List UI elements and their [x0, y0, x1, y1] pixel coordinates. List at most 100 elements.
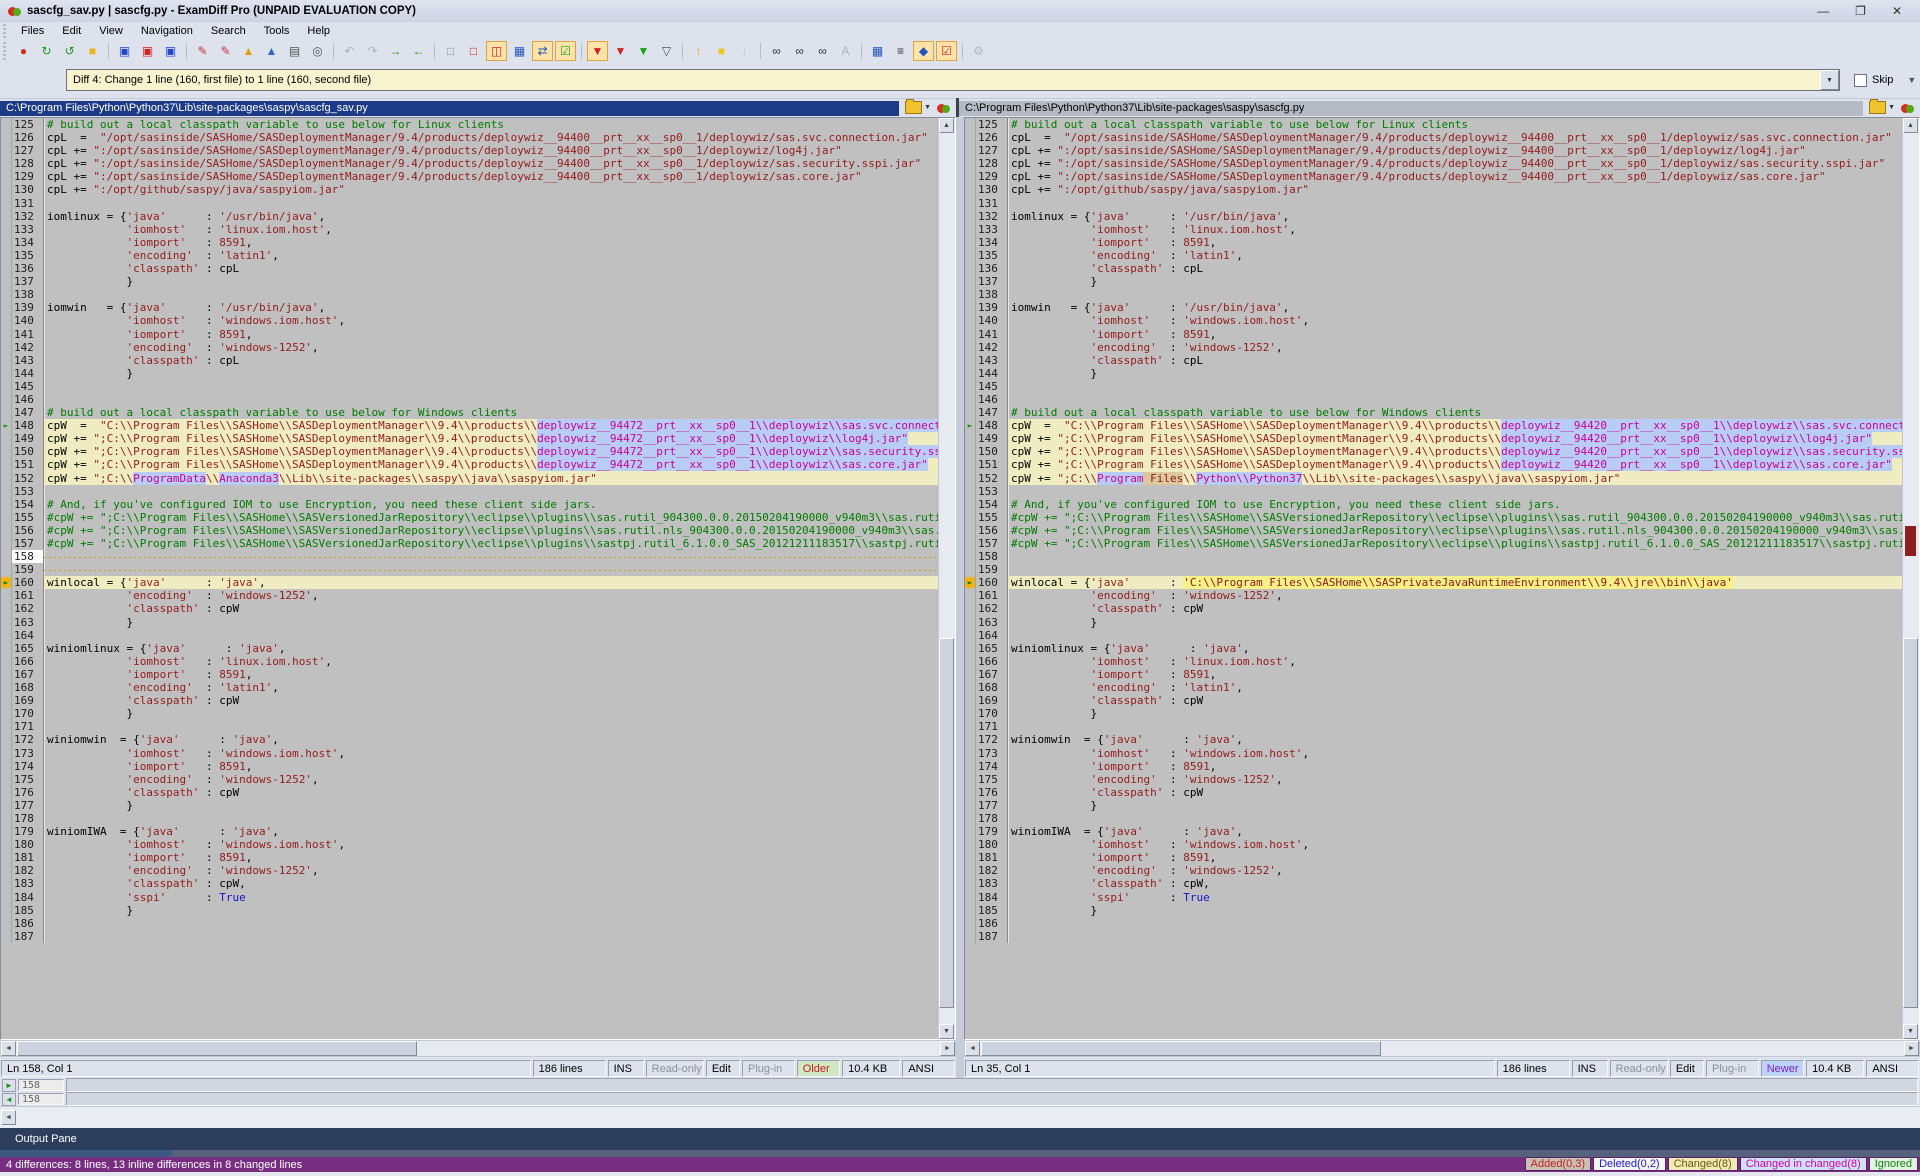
code-text[interactable]: } — [44, 904, 939, 917]
code-text[interactable]: cpW += ";C:\\ProgramData\\Anaconda3\\Lib… — [44, 472, 939, 485]
scroll-down-icon[interactable]: ▼ — [939, 1024, 954, 1039]
find-prev-icon[interactable]: ∞ — [812, 41, 833, 61]
code-text[interactable]: cpL += ":/opt/github/saspy/java/saspyiom… — [44, 183, 939, 196]
second-line-content[interactable] — [66, 1092, 1918, 1106]
restore-button[interactable]: ❐ — [1855, 4, 1866, 18]
code-text[interactable] — [1008, 197, 1903, 210]
code-text[interactable]: 'sspi' : True — [44, 891, 939, 904]
scrollbar-thumb[interactable] — [939, 638, 954, 1008]
code-text[interactable] — [44, 197, 939, 210]
code-text[interactable]: 'classpath' : cpW, — [44, 877, 939, 890]
checkbox-icon[interactable] — [1854, 74, 1867, 87]
code-text[interactable]: #cpW += ";C:\\Program Files\\SASHome\\SA… — [44, 524, 939, 537]
code-text[interactable]: 'iomport' : 8591, — [44, 668, 939, 681]
code-text[interactable]: cpL += ":/opt/sasinside/SASHome/SASDeplo… — [44, 170, 939, 183]
code-text[interactable]: cpL += ":/opt/sasinside/SASHome/SASDeplo… — [1008, 144, 1903, 157]
current-diff-icon[interactable]: ■ — [711, 41, 732, 61]
code-text[interactable]: winiomIWA = {'java' : 'java', — [44, 825, 939, 838]
open-files-icon[interactable]: ■ — [82, 41, 103, 61]
code-text[interactable]: } — [1008, 367, 1903, 380]
save-second-icon[interactable]: ▣ — [137, 41, 158, 61]
code-text[interactable]: winiomwin = {'java' : 'java', — [44, 733, 939, 746]
code-text[interactable]: } — [1008, 799, 1903, 812]
swap-panes-icon[interactable]: ↺ — [59, 41, 80, 61]
code-text[interactable] — [44, 380, 939, 393]
scroll-up-icon[interactable]: ▲ — [1903, 118, 1918, 133]
prev-diff-icon[interactable]: ← — [408, 41, 429, 61]
code-text[interactable] — [44, 930, 939, 943]
code-text[interactable]: # And, if you've configured IOM to use E… — [44, 498, 939, 511]
code-text[interactable]: cpW = "C:\\Program Files\\SASHome\\SASDe… — [44, 419, 939, 432]
code-text[interactable]: 'classpath' : cpL — [44, 262, 939, 275]
redo-icon[interactable]: ↷ — [362, 41, 383, 61]
code-text[interactable]: 'iomport' : 8591, — [1008, 668, 1903, 681]
code-text[interactable]: winiomlinux = {'java' : 'java', — [44, 642, 939, 655]
scroll-left-icon[interactable]: ◄ — [1, 1110, 16, 1125]
code-text[interactable]: 'classpath' : cpW, — [1008, 877, 1903, 890]
scroll-down-icon[interactable]: ▼ — [1903, 1024, 1918, 1039]
code-text[interactable]: 'iomport' : 8591, — [44, 236, 939, 249]
save-first-icon[interactable]: ▣ — [114, 41, 135, 61]
inspector-horizontal-scrollbar[interactable]: ◄ — [0, 1106, 1920, 1129]
code-text[interactable]: cpW += ";C:\\Program Files\\SASHome\\SAS… — [1008, 445, 1903, 458]
first-file-open-button[interactable]: ▼ — [905, 101, 931, 114]
code-text[interactable]: 'encoding' : 'windows-1252', — [44, 589, 939, 602]
code-text[interactable]: 'iomport' : 8591, — [1008, 851, 1903, 864]
scroll-left-icon[interactable]: ◄ — [1, 1041, 16, 1056]
code-text[interactable]: 'encoding' : 'windows-1252', — [1008, 341, 1903, 354]
next-diff-icon[interactable]: → — [385, 41, 406, 61]
code-text[interactable] — [1008, 812, 1903, 825]
code-text[interactable]: 'encoding' : 'latin1', — [1008, 249, 1903, 262]
diff-marker-icon[interactable]: ► — [1, 420, 11, 431]
code-text[interactable]: 'classpath' : cpL — [1008, 262, 1903, 275]
code-text[interactable]: cpW += ";C:\\Program Files\\SASHome\\SAS… — [1008, 458, 1903, 471]
code-text[interactable]: cpW += ";C:\\Program Files\\SASHome\\SAS… — [1008, 432, 1903, 445]
print-preview-icon[interactable]: ◎ — [307, 41, 328, 61]
code-text[interactable] — [44, 812, 939, 825]
scrollbar-thumb[interactable] — [981, 1041, 1381, 1056]
toolbar-grip[interactable] — [0, 40, 8, 62]
diff-marker-icon[interactable]: ► — [965, 420, 975, 431]
code-text[interactable]: cpW = "C:\\Program Files\\SASHome\\SASDe… — [1008, 419, 1903, 432]
scroll-right-icon[interactable]: ► — [940, 1041, 955, 1056]
code-text[interactable]: 'classpath' : cpL — [44, 354, 939, 367]
code-text[interactable]: 'iomport' : 8591, — [1008, 760, 1903, 773]
second-file-pane[interactable]: 125# build out a local classpath variabl… — [964, 117, 1920, 1040]
first-diff-icon[interactable]: ↑ — [688, 41, 709, 61]
options-icon[interactable]: ☑ — [936, 41, 957, 61]
pane-splitter[interactable] — [956, 117, 964, 1078]
code-text[interactable] — [44, 550, 939, 563]
menu-navigation[interactable]: Navigation — [132, 23, 202, 39]
code-text[interactable]: cpW += ";C:\\Program Files\\SASHome\\SAS… — [44, 445, 939, 458]
first-file-vertical-scrollbar[interactable]: ▲ ▼ — [938, 118, 955, 1039]
code-text[interactable]: 'iomhost' : 'windows.iom.host', — [1008, 838, 1903, 851]
show-identical-icon[interactable]: □ — [440, 41, 461, 61]
code-text[interactable]: #cpW += ";C:\\Program Files\\SASHome\\SA… — [1008, 511, 1903, 524]
code-text[interactable]: 'iomhost' : 'windows.iom.host', — [1008, 747, 1903, 760]
second-line-number-box[interactable]: 158 — [18, 1093, 64, 1105]
settings-gear-icon[interactable]: ⚙ — [968, 41, 989, 61]
code-text[interactable]: cpL += ":/opt/sasinside/SASHome/SASDeplo… — [44, 157, 939, 170]
code-text[interactable]: 'iomhost' : 'linux.iom.host', — [44, 655, 939, 668]
code-text[interactable]: #cpW += ";C:\\Program Files\\SASHome\\SA… — [44, 537, 939, 550]
first-file-pane[interactable]: 125# build out a local classpath variabl… — [0, 117, 956, 1040]
scrollbar-thumb[interactable] — [1903, 638, 1918, 1008]
edit-second-icon[interactable]: ✎ — [215, 41, 236, 61]
code-text[interactable]: 'iomport' : 8591, — [1008, 328, 1903, 341]
code-text[interactable]: 'iomhost' : 'windows.iom.host', — [1008, 314, 1903, 327]
menu-tools[interactable]: Tools — [255, 23, 299, 39]
menu-edit[interactable]: Edit — [53, 23, 90, 39]
skip-checkbox[interactable]: Skip — [1854, 74, 1893, 87]
four-pane-icon[interactable]: ▦ — [509, 41, 530, 61]
code-text[interactable]: 'classpath' : cpW — [1008, 694, 1903, 707]
combo-dropdown-icon[interactable]: ▼ — [1820, 70, 1839, 90]
filter-edit-icon[interactable]: ▽ — [656, 41, 677, 61]
code-text[interactable]: 'iomhost' : 'windows.iom.host', — [44, 747, 939, 760]
first-file-compare-button[interactable] — [937, 102, 950, 114]
code-text[interactable] — [1008, 485, 1903, 498]
code-text[interactable]: 'encoding' : 'latin1', — [44, 249, 939, 262]
first-line-content[interactable] — [66, 1078, 1918, 1092]
code-text[interactable] — [1008, 720, 1903, 733]
code-text[interactable]: 'classpath' : cpW — [1008, 786, 1903, 799]
code-text[interactable]: 'iomhost' : 'linux.iom.host', — [1008, 223, 1903, 236]
